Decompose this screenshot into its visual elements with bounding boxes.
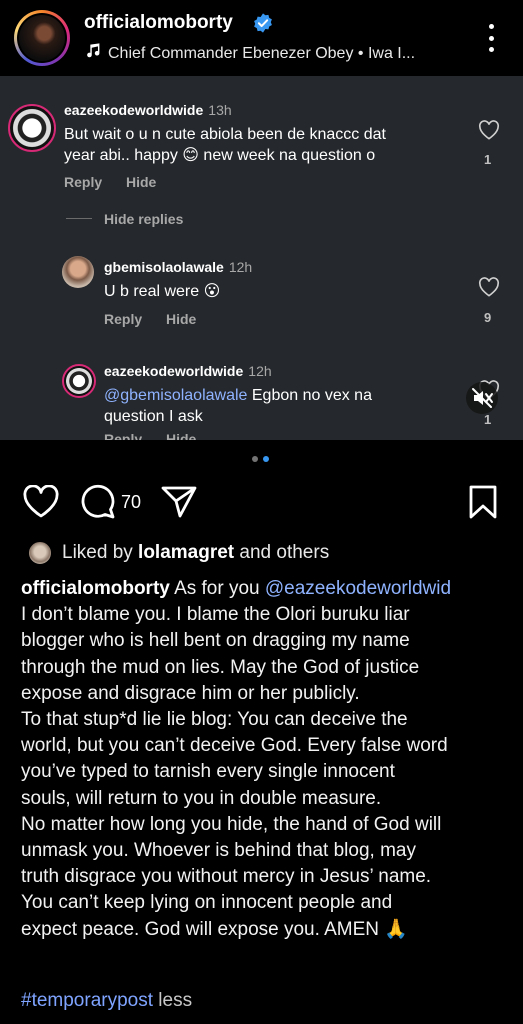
hide-button[interactable]: Hide [166,431,196,440]
profile-avatar[interactable] [14,10,70,66]
comment-count: 70 [121,492,142,512]
caption-footer: #temporarypost less [21,990,192,1012]
caption-username[interactable]: officialomoborty [21,578,170,599]
comment-text: U b real were 😮 [104,283,221,300]
music-title: Chief Commander Ebenezer Obey • Iwa I... [108,45,416,62]
post-media[interactable]: eazeekodeworldwide 13h But wait o u n cut… [0,76,523,440]
hide-button[interactable]: Hide [166,311,196,327]
hashtag-link[interactable]: #temporarypost [21,990,153,1011]
divider [66,218,92,219]
less-button[interactable]: less [153,990,192,1011]
carousel-dot [252,456,258,462]
post-header: officialomoborty Chief Commander Ebeneze… [0,0,523,76]
comment-time: 13h [208,102,232,118]
comment-username[interactable]: eazeekodeworldwide 13h [64,102,232,118]
more-vertical-icon[interactable] [482,20,500,56]
music-note-icon [87,43,100,58]
music-info[interactable]: Chief Commander Ebenezer Obey • Iwa I... [84,42,415,63]
post-username[interactable]: officialomoborty [84,12,233,34]
bookmark-icon[interactable] [467,484,499,520]
comment-time: 12h [248,363,272,379]
comment-avatar[interactable] [62,364,96,398]
carousel-dot-active [263,456,269,462]
liked-by-avatar[interactable] [28,541,52,565]
comment-text: But wait o u n cute abiola been de knacc… [64,126,386,164]
comment-username[interactable]: eazeekodeworldwide 12h [104,363,272,379]
comment-text: @gbemisolaolawale Egbon no vex na questi… [104,387,372,425]
comment-username[interactable]: gbemisolaolawale 12h [104,259,252,275]
comment-time: 12h [228,259,253,275]
heart-icon[interactable] [478,277,500,297]
speaker-muted-icon [472,388,493,408]
post-caption: officialomoborty As for you @eazeekodewo… [21,578,452,940]
mute-button[interactable] [466,382,498,414]
reply-button[interactable]: Reply [64,174,102,190]
heart-icon[interactable] [478,120,500,140]
like-count: 1 [484,412,492,427]
comment-avatar[interactable] [62,256,94,288]
comment-icon[interactable] [80,484,118,520]
carousel-indicator [252,456,269,462]
caption-mention[interactable]: @eazeekodeworldwid [265,578,451,599]
hide-button[interactable]: Hide [126,174,156,190]
verified-badge-icon [254,13,272,33]
heart-icon[interactable] [22,485,60,519]
reply-button[interactable]: Reply [104,311,142,327]
mention-link[interactable]: @gbemisolaolawale [104,387,247,404]
liked-by-text[interactable]: Liked by lolamagret and others [62,542,329,564]
liked-by-username[interactable]: lolamagret [138,542,234,563]
comment-avatar[interactable] [8,104,56,152]
reply-button[interactable]: Reply [104,431,142,440]
like-count: 1 [484,152,492,167]
share-icon[interactable] [160,484,198,520]
like-count: 9 [484,310,492,325]
hide-replies-button[interactable]: Hide replies [104,211,183,227]
